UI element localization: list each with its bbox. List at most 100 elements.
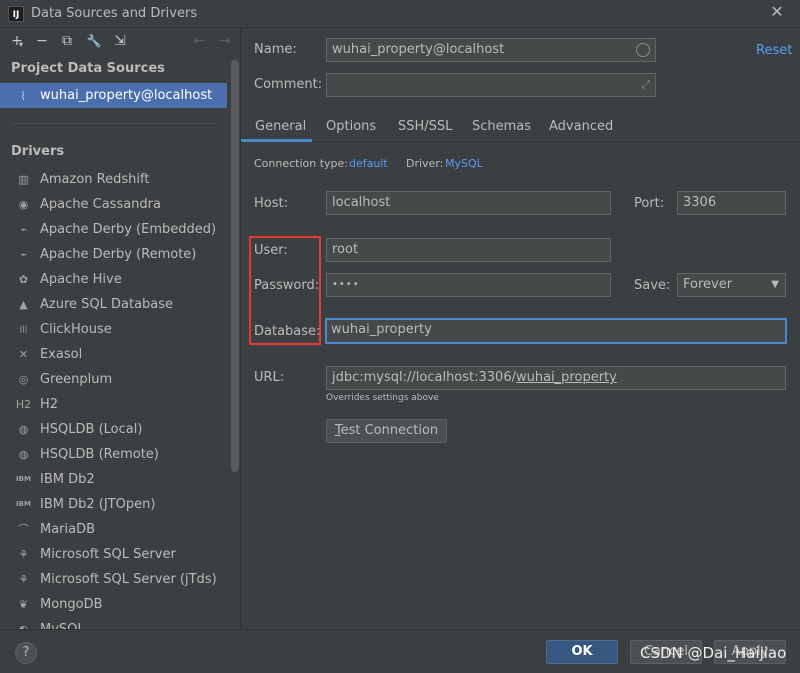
password-input[interactable]: •••• xyxy=(326,273,611,297)
highlight-annotation-box xyxy=(249,236,321,345)
driver-icon: ◍ xyxy=(18,423,29,436)
project-data-sources-heading: Project Data Sources xyxy=(11,61,165,76)
driver-label: HSQLDB (Local) xyxy=(40,422,143,437)
url-prefix: jdbc:mysql://localhost:3306/ xyxy=(332,370,516,385)
import-icon[interactable]: ⇲ xyxy=(111,32,129,50)
save-label: Save: xyxy=(634,278,671,293)
reset-link[interactable]: Reset xyxy=(756,43,792,58)
host-label: Host: xyxy=(254,196,288,211)
driver-icon: H2 xyxy=(15,398,32,411)
driver-item[interactable]: ◍ HSQLDB (Remote) xyxy=(0,442,227,467)
url-note: Overrides settings above xyxy=(326,393,439,403)
divider xyxy=(11,123,215,124)
driver-label: Driver: xyxy=(406,157,444,170)
help-icon[interactable]: ? xyxy=(15,642,37,664)
left-panel: + ▾ − ⧉ 🔧 ⇲ ← → Project Data Sources ⌇ w… xyxy=(0,28,241,629)
user-input[interactable]: root xyxy=(326,238,611,262)
driver-item[interactable]: ✕ Exasol xyxy=(0,342,227,367)
tab-bar: General Options SSH/SSL Schemas Advanced xyxy=(241,112,800,142)
driver-label: Apache Derby (Remote) xyxy=(40,247,197,262)
driver-icon: ⌒ xyxy=(18,523,29,536)
name-label: Name: xyxy=(254,42,297,57)
driver-item[interactable]: ▥ Amazon Redshift xyxy=(0,167,227,192)
test-connection-button[interactable]: Test Connection xyxy=(326,419,447,443)
driver-label: Amazon Redshift xyxy=(40,172,150,187)
driver-label: IBM Db2 (JTOpen) xyxy=(40,497,156,512)
expand-icon[interactable]: ⤢ xyxy=(641,74,650,96)
remove-icon[interactable]: − xyxy=(33,32,51,50)
driver-icon: ◉ xyxy=(18,198,29,211)
driver-icon: ◐ xyxy=(15,621,32,629)
driver-icon: IBM xyxy=(16,500,31,508)
driver-item[interactable]: ⌁ Apache Derby (Remote) xyxy=(0,242,227,267)
driver-label: Microsoft SQL Server (jTds) xyxy=(40,572,217,587)
driver-item[interactable]: ◎ Greenplum xyxy=(0,367,227,392)
driver-label: Greenplum xyxy=(40,372,113,387)
driver-label: MongoDB xyxy=(40,597,103,612)
driver-item[interactable]: ⌒ MariaDB xyxy=(0,517,227,542)
driver-icon: ◎ xyxy=(18,373,29,386)
tab-schemas[interactable]: Schemas xyxy=(472,119,531,134)
driver-item[interactable]: IBM IBM Db2 xyxy=(0,467,227,492)
driver-item[interactable]: ||| ClickHouse xyxy=(0,317,227,342)
save-select[interactable]: Forever ▼ xyxy=(677,273,786,297)
driver-item[interactable]: ◐ MySQL xyxy=(0,617,227,629)
driver-label: IBM Db2 xyxy=(40,472,95,487)
wrench-icon[interactable]: 🔧 xyxy=(85,32,103,50)
back-arrow-icon[interactable]: ← xyxy=(190,32,208,50)
close-icon[interactable]: ✕ xyxy=(768,3,786,21)
driver-item[interactable]: IBM IBM Db2 (JTOpen) xyxy=(0,492,227,517)
scrollbar-thumb[interactable] xyxy=(231,60,239,472)
driver-label: H2 xyxy=(40,397,59,412)
window-title: Data Sources and Drivers xyxy=(31,6,198,21)
driver-item[interactable]: H2 H2 xyxy=(0,392,227,417)
driver-item[interactable]: ◍ HSQLDB (Local) xyxy=(0,417,227,442)
data-source-label: wuhai_property@localhost xyxy=(40,88,213,103)
driver-item[interactable]: ▲ Azure SQL Database xyxy=(0,292,227,317)
driver-item[interactable]: ✿ Apache Hive xyxy=(0,267,227,292)
driver-link[interactable]: MySQL xyxy=(445,157,483,170)
connection-type-label: Connection type: xyxy=(254,157,349,170)
driver-item[interactable]: ⌁ Apache Derby (Embedded) xyxy=(0,217,227,242)
driver-label: MariaDB xyxy=(40,522,96,537)
driver-icon: ▥ xyxy=(18,173,29,186)
host-input[interactable]: localhost xyxy=(326,191,611,215)
copy-icon[interactable]: ⧉ xyxy=(58,32,76,50)
tab-ssh-ssl[interactable]: SSH/SSL xyxy=(398,119,452,134)
url-database: wuhai_property xyxy=(515,370,617,385)
connection-type-link[interactable]: default xyxy=(349,157,388,170)
driver-icon: ✕ xyxy=(18,348,29,361)
driver-icon: ✿ xyxy=(18,273,29,286)
driver-label: HSQLDB (Remote) xyxy=(40,447,159,462)
name-value: wuhai_property@localhost xyxy=(332,42,505,57)
driver-label: ClickHouse xyxy=(40,322,112,337)
driver-label: Azure SQL Database xyxy=(40,297,174,312)
tab-options[interactable]: Options xyxy=(326,119,376,134)
driver-icon: ▲ xyxy=(19,298,28,311)
driver-icon: ◍ xyxy=(18,448,29,461)
drivers-heading: Drivers xyxy=(11,144,65,159)
driver-item[interactable]: ⚘ Microsoft SQL Server (jTds) xyxy=(0,567,227,592)
add-dropdown-icon[interactable]: ▾ xyxy=(17,36,25,54)
driver-label: Apache Derby (Embedded) xyxy=(40,222,217,237)
driver-icon: ❦ xyxy=(18,598,29,611)
url-input[interactable]: jdbc:mysql://localhost:3306/wuhai_proper… xyxy=(326,366,786,390)
driver-item[interactable]: ⚘ Microsoft SQL Server xyxy=(0,542,227,567)
port-input[interactable]: 3306 xyxy=(677,191,786,215)
ok-button[interactable]: OK xyxy=(546,640,618,664)
database-input[interactable]: wuhai_property xyxy=(325,318,787,344)
data-source-item[interactable]: ⌇ wuhai_property@localhost xyxy=(0,83,227,108)
dialog-footer: ? OK Cancel Apply CSDN @Dai_Haijiao xyxy=(0,629,800,673)
driver-item[interactable]: ◉ Apache Cassandra xyxy=(0,192,227,217)
color-circle-icon[interactable] xyxy=(636,43,650,57)
driver-item[interactable]: ❦ MongoDB xyxy=(0,592,227,617)
chevron-down-icon: ▼ xyxy=(771,279,779,290)
tab-advanced[interactable]: Advanced xyxy=(549,119,613,134)
save-select-value: Forever xyxy=(683,277,733,292)
intellij-app-icon: IJ xyxy=(8,6,24,22)
tab-general[interactable]: General xyxy=(255,119,306,134)
forward-arrow-icon[interactable]: → xyxy=(216,32,234,50)
comment-input[interactable]: ⤢ xyxy=(326,73,656,97)
left-toolbar: + ▾ − ⧉ 🔧 ⇲ ← → xyxy=(0,28,240,56)
name-input[interactable]: wuhai_property@localhost xyxy=(326,38,656,62)
